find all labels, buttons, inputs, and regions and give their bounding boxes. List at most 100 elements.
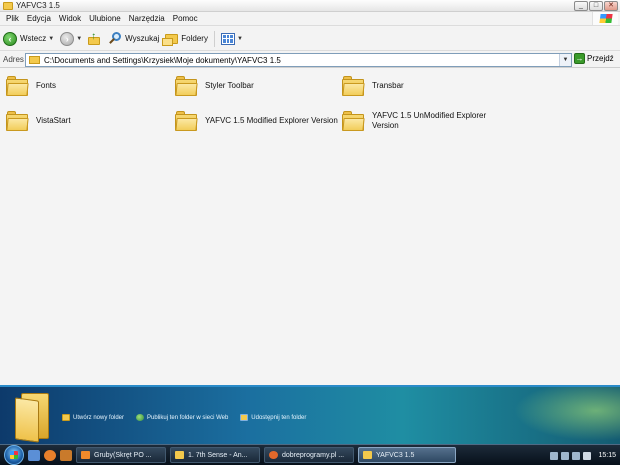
music-player-icon <box>175 451 184 459</box>
task-label: Utwórz nowy folder <box>73 414 125 421</box>
search-label: Wyszukaj <box>125 34 160 43</box>
up-button[interactable]: ↑ <box>85 29 105 49</box>
windows-flag-icon <box>592 12 618 25</box>
forward-button[interactable]: › ▼ <box>57 29 85 49</box>
taskbar-item-label: Gruby(Skręt PO ... <box>94 451 152 459</box>
task-label: Udostępnij ten folder <box>251 414 307 421</box>
folder-item[interactable]: VistaStart <box>6 111 71 131</box>
task-share-folder[interactable]: Udostępnij ten folder <box>240 414 306 421</box>
close-button[interactable]: ✕ <box>604 1 618 11</box>
back-button[interactable]: ‹ Wstecz ▼ <box>0 29 57 49</box>
chevron-down-icon[interactable]: ▼ <box>76 36 82 42</box>
folder-icon <box>175 76 198 96</box>
menu-bar: Plik Edycja Widok Ulubione Narzędzia Pom… <box>0 12 620 26</box>
windows-logo-icon <box>10 451 18 459</box>
folder-up-icon: ↑ <box>88 31 102 45</box>
window-controls: _ □ ✕ <box>574 1 618 11</box>
address-label: Adres <box>3 55 24 64</box>
task-new-folder[interactable]: Utwórz nowy folder <box>62 414 124 421</box>
task-pane: Utwórz nowy folder Publikuj ten folder w… <box>0 385 620 444</box>
taskbar-item[interactable]: Gruby(Skręt PO ... <box>76 447 166 463</box>
menu-edit[interactable]: Edycja <box>23 14 55 23</box>
security-icon[interactable] <box>561 451 570 460</box>
task-label: Publikuj ten folder w sieci Web <box>147 414 229 421</box>
quicklaunch-desktop-icon[interactable] <box>28 449 40 461</box>
maximize-button[interactable]: □ <box>589 1 603 11</box>
minimize-button[interactable]: _ <box>574 1 588 11</box>
folder-icon <box>3 1 13 10</box>
menu-file[interactable]: Plik <box>2 14 23 23</box>
address-bar: Adres C:\Documents and Settings\Krzysiek… <box>0 52 620 68</box>
folder-item[interactable]: Styler Toolbar <box>175 76 254 96</box>
tray-app-icon[interactable] <box>572 451 581 460</box>
address-value[interactable]: C:\Documents and Settings\Krzysiek\Moje … <box>44 56 281 65</box>
system-tray: 15:15 <box>534 445 620 465</box>
back-label: Wstecz <box>20 34 47 43</box>
folders-icon <box>162 33 179 46</box>
task-links: Utwórz nowy folder Publikuj ten folder w… <box>62 414 306 421</box>
taskbar-item-label: 1. 7th Sense - An... <box>188 451 248 459</box>
menu-help[interactable]: Pomoc <box>169 14 202 23</box>
folder-name: Transbar <box>372 81 404 90</box>
toolbar: ‹ Wstecz ▼ › ▼ ↑ Wyszukaj Foldery ▼ <box>0 27 620 51</box>
folders-label: Foldery <box>181 34 208 43</box>
address-field[interactable]: C:\Documents and Settings\Krzysiek\Moje … <box>25 53 572 67</box>
menu-tools[interactable]: Narzędzia <box>125 14 169 23</box>
folder-item[interactable]: Transbar <box>342 76 404 96</box>
folder-icon <box>342 111 365 131</box>
menu-view[interactable]: Widok <box>55 14 85 23</box>
app-icon <box>81 451 90 459</box>
title-bar: YAFVC3 1.5 _ □ ✕ <box>0 0 620 12</box>
window-title: YAFVC3 1.5 <box>16 1 60 10</box>
taskbar-item[interactable]: dobreprogramy.pl ... <box>264 447 354 463</box>
folder-icon <box>29 56 40 64</box>
start-button[interactable] <box>4 445 24 465</box>
folder-item[interactable]: YAFVC 1.5 Modified Explorer Version <box>175 111 338 131</box>
taskbar-item-active[interactable]: YAFVC3 1.5 <box>358 447 456 463</box>
folder-item[interactable]: YAFVC 1.5 UnModified Explorer Version <box>342 111 492 131</box>
folder-name: VistaStart <box>36 116 71 125</box>
folder-view[interactable]: Fonts Styler Toolbar Transbar VistaStart… <box>0 69 620 385</box>
folder-icon <box>363 451 372 459</box>
folder-icon <box>342 76 365 96</box>
taskbar-item[interactable]: 1. 7th Sense - An... <box>170 447 260 463</box>
volume-icon[interactable] <box>583 451 592 460</box>
taskbar-item-label: dobreprogramy.pl ... <box>282 451 345 459</box>
share-folder-icon <box>240 414 249 421</box>
chevron-down-icon[interactable]: ▼ <box>48 36 54 42</box>
go-arrow-icon: → <box>574 53 585 64</box>
task-publish-web[interactable]: Publikuj ten folder w sieci Web <box>136 414 228 421</box>
folder-name: YAFVC 1.5 UnModified Explorer Version <box>372 111 487 130</box>
folder-name: Fonts <box>36 81 57 90</box>
search-button[interactable]: Wyszukaj <box>105 29 162 49</box>
folder-name: Styler Toolbar <box>205 81 254 90</box>
go-button[interactable]: → Przejdź <box>574 53 614 64</box>
taskbar: Gruby(Skręt PO ... 1. 7th Sense - An... … <box>0 444 620 465</box>
network-icon[interactable] <box>550 451 559 460</box>
decorative-glow <box>500 387 620 444</box>
folders-button[interactable]: Foldery <box>162 29 211 49</box>
folder-name: YAFVC 1.5 Modified Explorer Version <box>205 116 338 125</box>
firefox-icon <box>269 451 278 459</box>
new-folder-icon <box>62 414 70 421</box>
taskbar-item-label: YAFVC3 1.5 <box>376 451 415 459</box>
folder-icon <box>6 76 29 96</box>
globe-icon <box>136 414 145 421</box>
large-folder-icon <box>15 393 53 443</box>
quicklaunch-firefox-icon[interactable] <box>44 449 56 461</box>
search-icon <box>108 31 122 46</box>
folder-icon <box>175 111 198 131</box>
chevron-down-icon[interactable]: ▼ <box>237 36 243 42</box>
go-label: Przejdź <box>587 54 614 63</box>
back-arrow-icon: ‹ <box>3 31 17 46</box>
chevron-down-icon[interactable]: ▼ <box>559 54 571 66</box>
folder-item[interactable]: Fonts <box>6 76 56 96</box>
folder-icon <box>6 111 29 131</box>
views-button[interactable]: ▼ <box>218 29 246 49</box>
forward-arrow-icon: › <box>60 31 75 46</box>
clock[interactable]: 15:15 <box>598 452 616 459</box>
views-icon <box>220 32 235 45</box>
quicklaunch-app-icon[interactable] <box>60 449 72 461</box>
toolbar-separator <box>213 30 215 47</box>
menu-favorites[interactable]: Ulubione <box>85 14 125 23</box>
